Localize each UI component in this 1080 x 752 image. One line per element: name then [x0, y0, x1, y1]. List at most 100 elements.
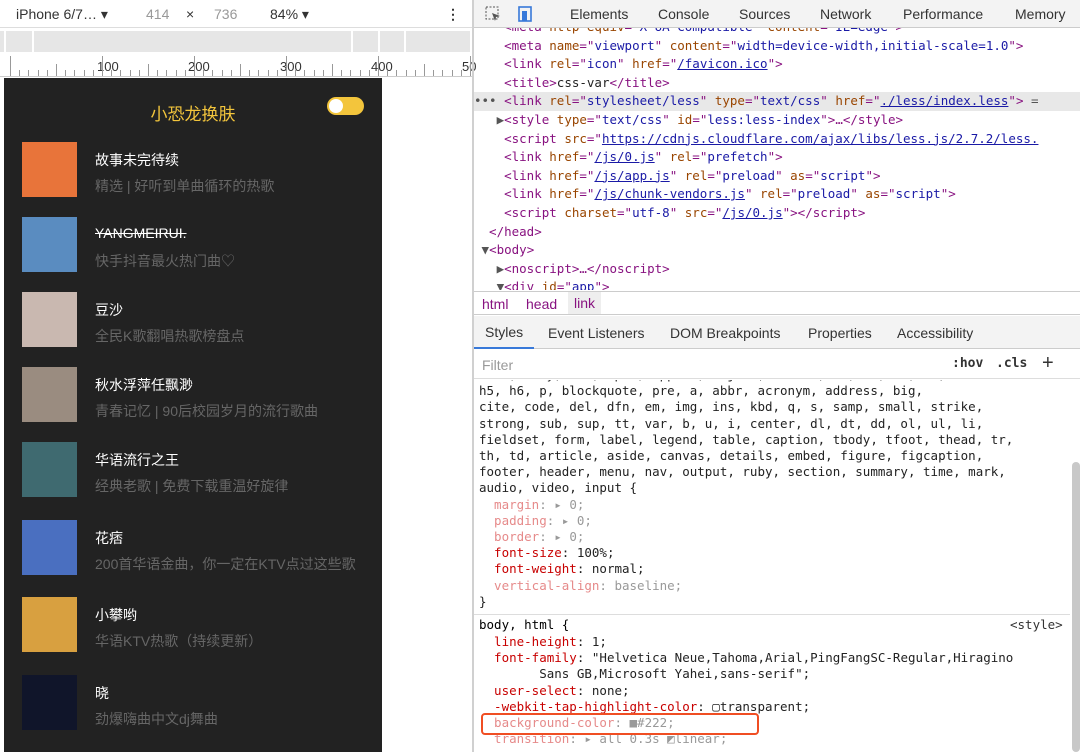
dom-node-line[interactable]: <link href="/js/chunk-vendors.js" rel="p… — [474, 185, 1080, 204]
dom-node-line[interactable]: ••• <link rel="stylesheet/less" type="te… — [474, 92, 1080, 111]
code-token: </head> — [474, 223, 542, 239]
css-token: : 1; — [576, 634, 607, 649]
media-query-bar[interactable] — [0, 31, 470, 52]
app-title: 小恐龙换肤 — [150, 105, 236, 124]
code-token: <meta — [474, 28, 549, 34]
theme-toggle[interactable] — [327, 97, 364, 115]
playlist-cover — [22, 675, 77, 730]
tab-accessibility[interactable]: Accessibility — [897, 325, 973, 341]
playlist-title: 花痞 — [95, 530, 123, 546]
dom-node-line[interactable]: <script src="https://cdnjs.cloudflare.co… — [474, 130, 1080, 149]
tab-dom-breakpoints[interactable]: DOM Breakpoints — [670, 325, 780, 341]
css-line: strong, sub, sup, tt, var, b, u, i, cent… — [479, 416, 983, 431]
playlist-title: 小攀哟 — [95, 607, 137, 623]
width-input[interactable]: 414 — [146, 6, 169, 22]
cls-button[interactable]: .cls — [996, 356, 1027, 371]
rule-source-link[interactable]: <style> — [1010, 617, 1063, 632]
dom-node-line[interactable]: <title>css-var</title> — [474, 74, 1080, 93]
breadcrumb-html[interactable]: html — [482, 296, 508, 312]
css-token: font-family — [479, 650, 577, 666]
dom-node-line[interactable]: ▼<div id="app"> — [474, 278, 1080, 290]
device-select[interactable]: iPhone 6/7… ▾ — [16, 6, 108, 23]
ruler-tick — [350, 70, 352, 76]
css-line: cite, code, del, dfn, em, img, ins, kbd,… — [479, 399, 983, 414]
height-input[interactable]: 736 — [214, 6, 237, 22]
ruler-tick — [249, 70, 251, 76]
dom-node-line[interactable]: <meta name="viewport" content="width=dev… — [474, 37, 1080, 56]
ruler: 100 200 300 400 50 — [0, 56, 476, 77]
code-token: =" — [571, 56, 587, 72]
device-toggle-icon[interactable] — [516, 5, 534, 23]
code-token: "> — [1008, 93, 1031, 109]
css-line: Sans GB,Microsoft Yahei,sans-serif"; — [479, 666, 810, 681]
highlight-box — [481, 713, 759, 735]
styles-scrollbar[interactable] — [1072, 462, 1080, 752]
css-line: vertical-align: baseline; — [479, 578, 682, 593]
code-token: script — [820, 167, 866, 183]
css-line: font-weight: normal; — [479, 561, 645, 576]
ruler-tick — [212, 70, 214, 76]
code-token: src — [564, 130, 587, 146]
dom-node-line[interactable]: <link href="/js/0.js" rel="prefetch"> — [474, 148, 1080, 167]
zoom-select[interactable]: 84% ▾ — [270, 6, 309, 23]
rule-selector: body, html { — [479, 617, 570, 632]
tab-network[interactable]: Network — [820, 6, 871, 22]
styles-pane[interactable]: body, html { <style> html, body, div, sp… — [474, 380, 1070, 752]
tab-elements[interactable]: Elements — [570, 6, 628, 22]
dom-node-line[interactable]: ▼<body> — [474, 241, 1080, 260]
css-line: margin: ▸ 0; — [479, 497, 584, 512]
dom-node-line[interactable]: <link rel="icon" href="/favicon.ico"> — [474, 55, 1080, 74]
code-token: " — [654, 149, 670, 165]
css-token: : ▢transparent; — [697, 698, 811, 714]
code-token: name — [549, 37, 580, 53]
css-token: border — [479, 529, 540, 544]
hov-button[interactable]: :hov — [952, 356, 983, 371]
dom-node-line[interactable]: ▶<style type="text/css" id="less:less-in… — [474, 111, 1080, 130]
code-token: =" — [586, 112, 602, 127]
code-token: ▼ — [474, 279, 505, 290]
css-token: : 100%; — [561, 545, 615, 561]
device-toolbar: iPhone 6/7… ▾ 414 × 736 84% ▾ ⋮ — [0, 0, 472, 28]
filter-input[interactable]: Filter — [482, 357, 513, 373]
code-token: =" — [707, 167, 723, 183]
tab-console[interactable]: Console — [658, 6, 709, 22]
dom-node-line[interactable]: <meta http-equiv="X-UA-Compatible" conte… — [474, 28, 1080, 37]
code-token: =" — [722, 37, 738, 53]
css-token: : ▸ 0; — [539, 496, 585, 512]
device-emulation-pane: iPhone 6/7… ▾ 414 × 736 84% ▾ ⋮ 100 200 … — [0, 0, 476, 752]
playlist-title: 晓 — [95, 685, 109, 701]
ruler-tick — [332, 64, 333, 76]
code-token: <link — [504, 93, 550, 109]
ruler-tick — [322, 70, 324, 76]
tab-memory[interactable]: Memory — [1015, 6, 1066, 22]
code-token: =" — [692, 112, 708, 127]
dom-node-line[interactable]: <link href="/js/app.js" rel="preload" as… — [474, 167, 1080, 186]
tab-properties[interactable]: Properties — [808, 325, 872, 341]
css-line: h5, h6, p, blockquote, pre, a, abbr, acr… — [479, 383, 923, 398]
code-token: =" — [579, 186, 595, 202]
inspect-element-icon[interactable] — [484, 5, 502, 23]
breadcrumb-head[interactable]: head — [526, 296, 557, 312]
tab-styles[interactable]: Styles — [474, 316, 535, 349]
code-token: ••• — [474, 93, 505, 109]
breadcrumb-link[interactable]: link — [568, 292, 602, 314]
code-token: <style — [504, 112, 557, 127]
code-token: "> — [1008, 37, 1024, 53]
code-token: =" — [617, 205, 633, 220]
more-options-icon[interactable]: ⋮ — [446, 6, 460, 23]
dom-tree[interactable]: <meta http-equiv="X-UA-Compatible" conte… — [474, 28, 1080, 290]
dom-node-line[interactable]: <script charset="utf-8" src="/js/0.js"><… — [474, 204, 1080, 223]
tab-sources[interactable]: Sources — [739, 6, 790, 22]
tab-event-listeners[interactable]: Event Listeners — [548, 325, 645, 341]
code-token: type — [556, 112, 587, 127]
ruler-tick — [460, 70, 462, 76]
css-token: : ▸ 0; — [539, 529, 585, 544]
tab-performance[interactable]: Performance — [903, 6, 983, 22]
code-token: content — [669, 37, 723, 53]
new-rule-button[interactable]: + — [1042, 352, 1054, 375]
ruler-tick — [74, 70, 76, 76]
ruler-tick — [157, 70, 159, 76]
dom-node-line[interactable]: </head> — [474, 223, 1080, 242]
dom-node-line[interactable]: ▶<noscript>…</noscript> — [474, 260, 1080, 279]
css-token: : ▸ 0; — [546, 512, 592, 528]
